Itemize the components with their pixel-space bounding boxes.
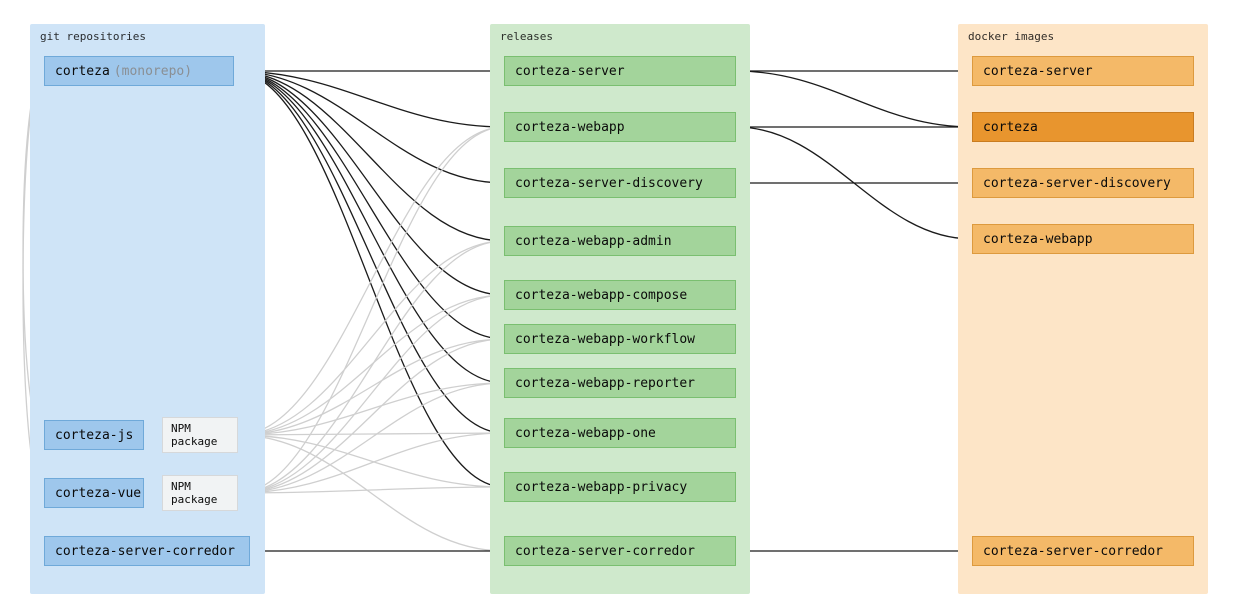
node-label: corteza-server-corredor: [515, 544, 695, 559]
node-label: corteza-vue: [55, 486, 141, 501]
node-label: corteza-server-corredor: [983, 544, 1163, 559]
node-repo_vue: corteza-vue: [44, 478, 144, 508]
node-label: corteza-webapp-compose: [515, 288, 687, 303]
node-rel_webapp: corteza-webapp: [504, 112, 736, 142]
npm-package-js: NPM package: [162, 417, 238, 453]
node-label: corteza-webapp: [983, 232, 1093, 247]
npm-label: NPM package: [171, 480, 229, 506]
node-repo_js: corteza-js: [44, 420, 144, 450]
node-label: corteza-webapp-one: [515, 426, 656, 441]
node-label: corteza-webapp: [515, 120, 625, 135]
node-repo_corteza: corteza (monorepo): [44, 56, 234, 86]
node-label: corteza-server-discovery: [515, 176, 703, 191]
node-dk_corteza: corteza: [972, 112, 1194, 142]
node-dk_server: corteza-server: [972, 56, 1194, 86]
node-label: corteza-webapp-reporter: [515, 376, 695, 391]
node-label: corteza-server: [983, 64, 1093, 79]
diagram-stage: git repositories releases docker images cor…: [0, 0, 1239, 611]
node-label: corteza-webapp-privacy: [515, 480, 687, 495]
cluster-docker: docker images: [958, 24, 1208, 594]
node-dk_webapp: corteza-webapp: [972, 224, 1194, 254]
node-rel_discovery: corteza-server-discovery: [504, 168, 736, 198]
node-label: corteza-server-discovery: [983, 176, 1171, 191]
node-rel_server: corteza-server: [504, 56, 736, 86]
node-rel_privacy: corteza-webapp-privacy: [504, 472, 736, 502]
node-label: corteza-server: [515, 64, 625, 79]
npm-package-vue: NPM package: [162, 475, 238, 511]
cluster-title-docker: docker images: [968, 30, 1054, 43]
node-rel_workflow: corteza-webapp-workflow: [504, 324, 736, 354]
node-rel_one: corteza-webapp-one: [504, 418, 736, 448]
node-label: corteza-webapp-workflow: [515, 332, 695, 347]
node-label: corteza-webapp-admin: [515, 234, 672, 249]
node-rel_corredor: corteza-server-corredor: [504, 536, 736, 566]
node-dk_discovery: corteza-server-discovery: [972, 168, 1194, 198]
node-rel_admin: corteza-webapp-admin: [504, 226, 736, 256]
node-label: corteza: [55, 64, 110, 79]
node-label: corteza: [983, 120, 1038, 135]
node-dk_corredor: corteza-server-corredor: [972, 536, 1194, 566]
node-repo_corredor: corteza-server-corredor: [44, 536, 250, 566]
node-label: corteza-js: [55, 428, 133, 443]
node-label: corteza-server-corredor: [55, 544, 235, 559]
cluster-title-releases: releases: [500, 30, 553, 43]
npm-label: NPM package: [171, 422, 229, 448]
node-rel_reporter: corteza-webapp-reporter: [504, 368, 736, 398]
cluster-title-repos: git repositories: [40, 30, 146, 43]
node-sublabel: (monorepo): [114, 64, 192, 79]
node-rel_compose: corteza-webapp-compose: [504, 280, 736, 310]
